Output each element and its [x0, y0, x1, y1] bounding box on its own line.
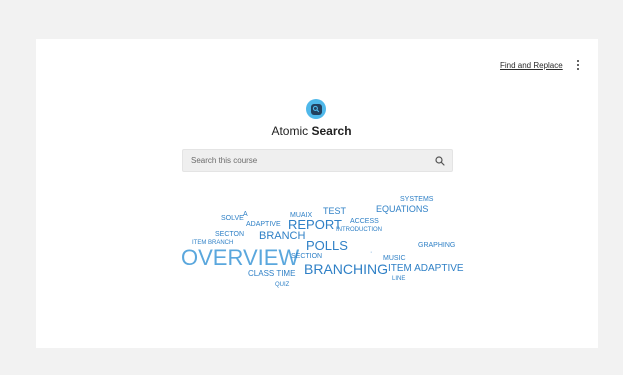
word-cloud-term[interactable]: INTRODUCTION: [336, 227, 382, 233]
title-prefix: Atomic: [271, 124, 309, 138]
word-cloud-term[interactable]: ITEM ADAPTIVE: [388, 264, 464, 274]
word-cloud-term[interactable]: EQUATIONS: [376, 205, 428, 214]
word-cloud-term[interactable]: TEST: [323, 207, 346, 216]
dot: [577, 60, 579, 62]
word-cloud-term[interactable]: SECTION: [291, 253, 322, 260]
dot: [577, 64, 579, 66]
word-cloud-term[interactable]: BRANCHING: [304, 262, 388, 276]
more-options-icon[interactable]: [574, 58, 582, 72]
word-cloud-term[interactable]: CLASS TIME: [248, 270, 295, 278]
main-card: [36, 39, 598, 348]
search-icon[interactable]: [433, 154, 447, 168]
magnifier-glyph-icon: [312, 105, 320, 113]
word-cloud-term[interactable]: LINE: [392, 276, 405, 282]
logo-inner: [310, 103, 322, 115]
word-cloud-term[interactable]: ·: [370, 249, 372, 256]
word-cloud-term[interactable]: ACCESS: [350, 218, 379, 225]
search-box: [182, 149, 453, 172]
word-cloud-term[interactable]: QUIZ: [275, 282, 289, 288]
atomic-search-logo-icon: [306, 99, 326, 119]
word-cloud-term[interactable]: SYSTEMS: [400, 196, 433, 203]
word-cloud-term[interactable]: A: [243, 211, 248, 218]
title-bold: Search: [311, 124, 352, 138]
word-cloud-term[interactable]: SECTON: [215, 231, 244, 238]
word-cloud-term[interactable]: GRAPHING: [418, 242, 455, 249]
page-title: Atomic Search: [0, 124, 623, 138]
find-and-replace-link[interactable]: Find and Replace: [500, 61, 563, 70]
search-input[interactable]: [191, 150, 421, 171]
word-cloud-term[interactable]: BRANCH: [259, 231, 305, 242]
word-cloud-term[interactable]: ADAPTIVE: [246, 221, 281, 228]
word-cloud-term[interactable]: POLLS: [306, 239, 348, 252]
word-cloud-term[interactable]: OVERVIEW: [181, 247, 299, 269]
dot: [577, 68, 579, 70]
word-cloud-term[interactable]: SOLVE: [221, 215, 244, 222]
